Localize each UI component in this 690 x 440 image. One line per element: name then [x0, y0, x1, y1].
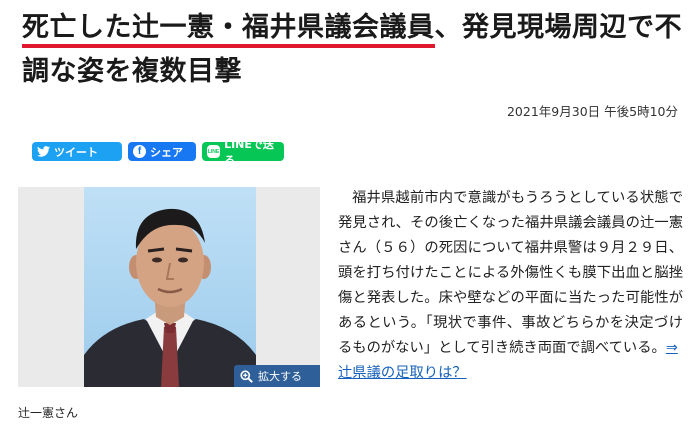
line-share-label: LINEで送る [224, 137, 274, 167]
headline-highlight: 死亡した辻一憲・福井県議会議員 [22, 12, 435, 48]
twitter-bird-icon [37, 145, 50, 158]
related-article-link[interactable]: 辻県議の足取りは？ [338, 365, 467, 381]
portrait-illustration [84, 208, 256, 387]
tweet-label: ツイート [54, 145, 98, 159]
portrait-image [84, 187, 256, 387]
facebook-share-button[interactable]: f シェア [128, 142, 196, 161]
share-buttons: ツイート f シェア LINE LINEで送る [32, 138, 284, 167]
article-body: 福井県越前市内で意識がもうろうとしている状態で発見され、その後亡くなった福井県議… [338, 186, 683, 386]
article-photo[interactable]: 拡大する [18, 187, 320, 387]
zoom-button[interactable]: 拡大する [234, 365, 320, 387]
facebook-share-label: シェア [150, 145, 183, 159]
magnifier-plus-icon [240, 369, 253, 383]
photo-caption: 辻一憲さん [18, 406, 79, 420]
line-icon: LINE [207, 145, 221, 158]
article-body-text: 福井県越前市内で意識がもうろうとしている状態で発見され、その後亡くなった福井県議… [338, 190, 683, 356]
facebook-icon: f [133, 145, 146, 158]
zoom-label: 拡大する [258, 370, 302, 383]
related-link-arrow[interactable]: ⇒ [666, 340, 678, 356]
tweet-button[interactable]: ツイート [32, 142, 122, 161]
line-share-button[interactable]: LINE LINEで送る [202, 138, 284, 167]
article-headline: 死亡した辻一憲・福井県議会議員、発見現場周辺で不調な姿を複数目撃 [22, 6, 682, 94]
publish-date: 2021年9月30日 午後5時10分 [506, 104, 678, 119]
